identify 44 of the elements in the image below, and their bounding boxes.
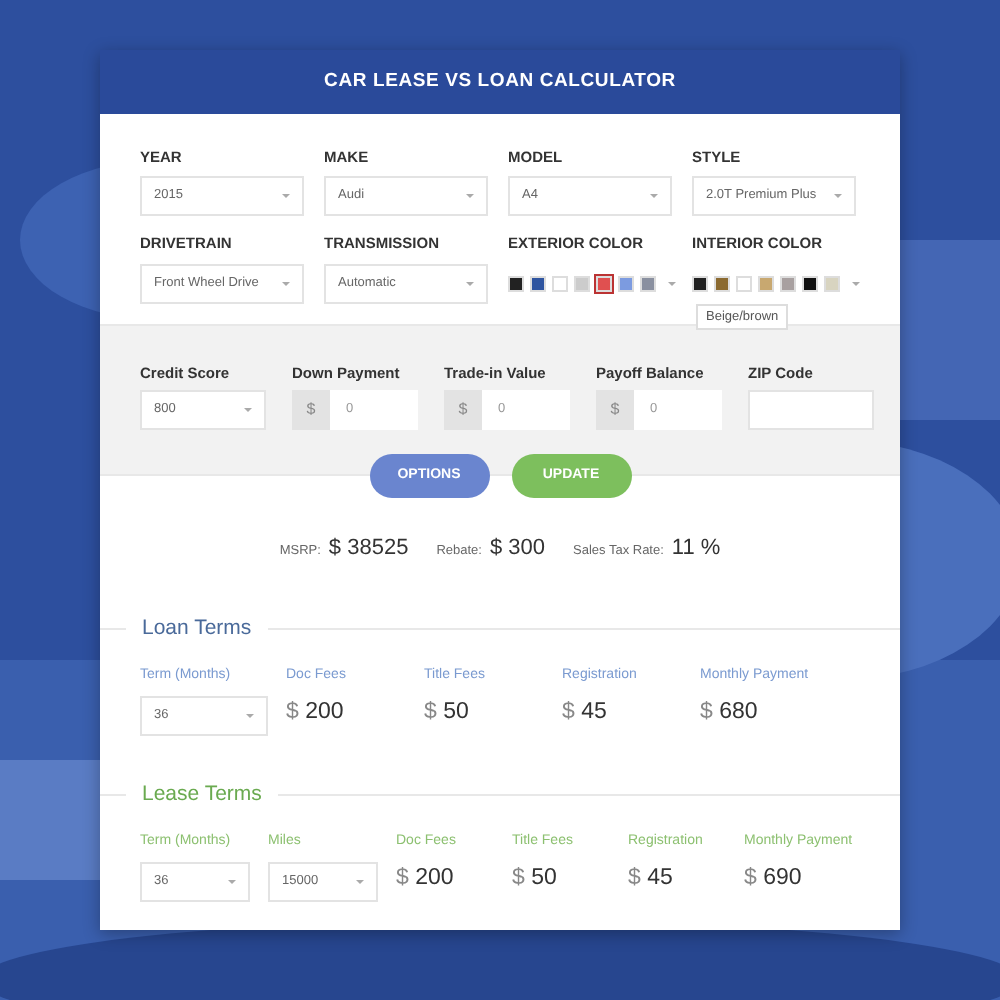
caret-icon [356,880,364,885]
amount-value: $ 690 [744,864,804,895]
amount-value: $ 50 [512,864,559,895]
input-field[interactable] [748,389,874,430]
currency-prefix: $ [596,389,634,430]
color-swatch[interactable] [508,275,524,291]
color-swatch[interactable] [618,275,634,291]
amount-value: $ 680 [700,698,760,728]
color-swatch[interactable] [780,275,796,291]
color-swatch[interactable] [530,275,546,291]
color-swatch[interactable] [552,275,568,291]
caret-icon [466,281,474,285]
color-swatch[interactable] [758,275,774,291]
color-swatch[interactable] [802,275,818,291]
color-swatch[interactable] [692,275,708,291]
section-title: Loan Terms [142,613,252,644]
color-swatch[interactable] [736,275,752,291]
color-swatch[interactable] [574,275,590,291]
caret-icon [282,281,290,285]
color-swatch[interactable] [824,275,840,291]
color-swatch[interactable] [714,275,730,291]
amount-value: $ 200 [396,864,456,895]
caret-icon [466,194,474,199]
section-title: Lease Terms [142,780,262,810]
summary-value: $ 38525 [328,535,409,560]
caret-icon [852,281,860,285]
currency-prefix: $ [292,389,330,430]
amount-value: $ 45 [628,864,675,895]
caret-icon [244,407,252,412]
color-swatch[interactable] [596,275,612,291]
currency-prefix: $ [444,389,482,430]
caret-icon [246,714,254,718]
amount-value: $ 45 [562,698,609,728]
caret-icon [834,194,842,199]
color-swatch[interactable] [640,275,656,291]
summary-value: 11 % [671,535,721,560]
caret-icon [228,880,236,885]
caret-icon [650,194,658,199]
amount-value: $ 50 [424,698,471,728]
calculator-title: CAR LEASE VS LOAN CALCULATOR [100,50,900,114]
caret-icon [668,281,676,285]
summary-value: $ 300 [489,535,545,560]
amount-value: $ 200 [286,698,346,728]
caret-icon [282,194,290,199]
